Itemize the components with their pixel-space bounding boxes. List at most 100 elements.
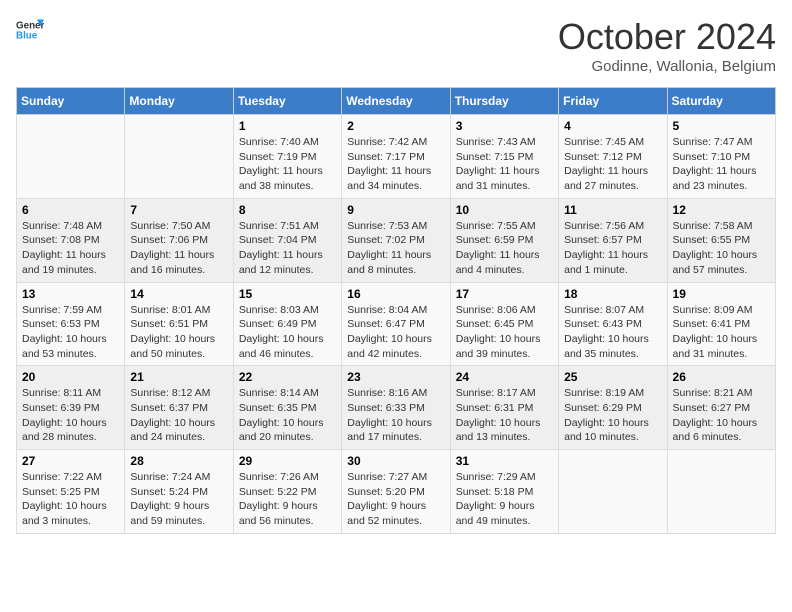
day-cell: 18 Sunrise: 8:07 AMSunset: 6:43 PMDayligh… [559, 282, 667, 366]
logo-icon: General Blue [16, 16, 44, 44]
day-cell: 1 Sunrise: 7:40 AMSunset: 7:19 PMDaylight… [233, 115, 341, 199]
day-number: 10 [456, 203, 553, 217]
day-number: 17 [456, 287, 553, 301]
day-number: 22 [239, 370, 336, 384]
day-cell: 4 Sunrise: 7:45 AMSunset: 7:12 PMDaylight… [559, 115, 667, 199]
day-number: 2 [347, 119, 444, 133]
day-info: Sunrise: 8:03 AMSunset: 6:49 PMDaylight:… [239, 303, 336, 362]
day-cell: 25 Sunrise: 8:19 AMSunset: 6:29 PMDayligh… [559, 366, 667, 450]
day-number: 11 [564, 203, 661, 217]
day-info: Sunrise: 7:42 AMSunset: 7:17 PMDaylight:… [347, 135, 444, 194]
day-cell: 28Sunrise: 7:24 AMSunset: 5:24 PMDayligh… [125, 450, 233, 534]
day-info: Sunrise: 8:19 AMSunset: 6:29 PMDaylight:… [564, 386, 661, 445]
day-info: Sunrise: 7:45 AMSunset: 7:12 PMDaylight:… [564, 135, 661, 194]
day-cell: 15 Sunrise: 8:03 AMSunset: 6:49 PMDayligh… [233, 282, 341, 366]
day-number: 18 [564, 287, 661, 301]
day-cell: 27 Sunrise: 7:22 AMSunset: 5:25 PMDayligh… [17, 450, 125, 534]
day-number: 24 [456, 370, 553, 384]
day-cell: 30 Sunrise: 7:27 AMSunset: 5:20 PMDayligh… [342, 450, 450, 534]
day-number: 20 [22, 370, 119, 384]
day-cell: 9 Sunrise: 7:53 AMSunset: 7:02 PMDaylight… [342, 198, 450, 282]
day-cell: 11 Sunrise: 7:56 AMSunset: 6:57 PMDayligh… [559, 198, 667, 282]
week-row-2: 6 Sunrise: 7:48 AMSunset: 7:08 PMDaylight… [17, 198, 776, 282]
day-cell: 2 Sunrise: 7:42 AMSunset: 7:17 PMDaylight… [342, 115, 450, 199]
day-info: Sunrise: 8:21 AMSunset: 6:27 PMDaylight:… [673, 386, 770, 445]
day-cell: 29 Sunrise: 7:26 AMSunset: 5:22 PMDayligh… [233, 450, 341, 534]
day-info: Sunrise: 7:53 AMSunset: 7:02 PMDaylight:… [347, 219, 444, 278]
week-row-4: 20 Sunrise: 8:11 AMSunset: 6:39 PMDayligh… [17, 366, 776, 450]
day-number: 14 [130, 287, 227, 301]
col-header-thursday: Thursday [450, 88, 558, 115]
day-number: 29 [239, 454, 336, 468]
day-number: 4 [564, 119, 661, 133]
page-header: General Blue October 2024 Godinne, Wallo… [16, 16, 776, 75]
day-number: 21 [130, 370, 227, 384]
day-cell: 8 Sunrise: 7:51 AMSunset: 7:04 PMDaylight… [233, 198, 341, 282]
day-number: 6 [22, 203, 119, 217]
day-cell: 20 Sunrise: 8:11 AMSunset: 6:39 PMDayligh… [17, 366, 125, 450]
day-cell: 31 Sunrise: 7:29 AMSunset: 5:18 PMDayligh… [450, 450, 558, 534]
day-info: Sunrise: 8:06 AMSunset: 6:45 PMDaylight:… [456, 303, 553, 362]
day-info: Sunrise: 7:40 AMSunset: 7:19 PMDaylight:… [239, 135, 336, 194]
week-row-1: 1 Sunrise: 7:40 AMSunset: 7:19 PMDaylight… [17, 115, 776, 199]
day-info: Sunrise: 7:43 AMSunset: 7:15 PMDaylight:… [456, 135, 553, 194]
svg-text:Blue: Blue [16, 30, 38, 41]
day-info: Sunrise: 7:56 AMSunset: 6:57 PMDaylight:… [564, 219, 661, 278]
day-info: Sunrise: 8:01 AMSunset: 6:51 PMDaylight:… [130, 303, 227, 362]
day-number: 31 [456, 454, 553, 468]
month-title: October 2024 [558, 16, 776, 58]
day-info: Sunrise: 7:55 AMSunset: 6:59 PMDaylight:… [456, 219, 553, 278]
day-cell [125, 115, 233, 199]
day-cell [667, 450, 775, 534]
day-number: 1 [239, 119, 336, 133]
day-number: 15 [239, 287, 336, 301]
day-info: Sunrise: 7:51 AMSunset: 7:04 PMDaylight:… [239, 219, 336, 278]
day-info: Sunrise: 8:09 AMSunset: 6:41 PMDaylight:… [673, 303, 770, 362]
day-number: 7 [130, 203, 227, 217]
day-cell: 16Sunrise: 8:04 AMSunset: 6:47 PMDayligh… [342, 282, 450, 366]
header-row: SundayMondayTuesdayWednesdayThursdayFrid… [17, 88, 776, 115]
title-block: October 2024 Godinne, Wallonia, Belgium [558, 16, 776, 75]
day-number: 26 [673, 370, 770, 384]
day-number: 12 [673, 203, 770, 217]
day-info: Sunrise: 8:16 AMSunset: 6:33 PMDaylight:… [347, 386, 444, 445]
day-cell: 5Sunrise: 7:47 AMSunset: 7:10 PMDaylight… [667, 115, 775, 199]
day-info: Sunrise: 7:29 AMSunset: 5:18 PMDaylight:… [456, 470, 553, 529]
day-info: Sunrise: 8:14 AMSunset: 6:35 PMDaylight:… [239, 386, 336, 445]
day-info: Sunrise: 7:26 AMSunset: 5:22 PMDaylight:… [239, 470, 336, 529]
day-info: Sunrise: 8:07 AMSunset: 6:43 PMDaylight:… [564, 303, 661, 362]
day-info: Sunrise: 7:59 AMSunset: 6:53 PMDaylight:… [22, 303, 119, 362]
day-cell: 26 Sunrise: 8:21 AMSunset: 6:27 PMDayligh… [667, 366, 775, 450]
day-info: Sunrise: 7:22 AMSunset: 5:25 PMDaylight:… [22, 470, 119, 529]
day-info: Sunrise: 7:27 AMSunset: 5:20 PMDaylight:… [347, 470, 444, 529]
day-info: Sunrise: 7:47 AMSunset: 7:10 PMDaylight:… [673, 135, 770, 194]
day-cell: 12Sunrise: 7:58 AMSunset: 6:55 PMDayligh… [667, 198, 775, 282]
day-cell: 10 Sunrise: 7:55 AMSunset: 6:59 PMDayligh… [450, 198, 558, 282]
col-header-sunday: Sunday [17, 88, 125, 115]
day-cell: 3Sunrise: 7:43 AMSunset: 7:15 PMDaylight… [450, 115, 558, 199]
day-number: 23 [347, 370, 444, 384]
col-header-saturday: Saturday [667, 88, 775, 115]
location-title: Godinne, Wallonia, Belgium [558, 58, 776, 75]
col-header-wednesday: Wednesday [342, 88, 450, 115]
day-cell [559, 450, 667, 534]
day-cell: 21Sunrise: 8:12 AMSunset: 6:37 PMDayligh… [125, 366, 233, 450]
day-number: 28 [130, 454, 227, 468]
day-cell: 6 Sunrise: 7:48 AMSunset: 7:08 PMDaylight… [17, 198, 125, 282]
day-number: 25 [564, 370, 661, 384]
day-cell: 23 Sunrise: 8:16 AMSunset: 6:33 PMDayligh… [342, 366, 450, 450]
day-number: 8 [239, 203, 336, 217]
day-number: 9 [347, 203, 444, 217]
day-info: Sunrise: 8:11 AMSunset: 6:39 PMDaylight:… [22, 386, 119, 445]
day-number: 30 [347, 454, 444, 468]
col-header-friday: Friday [559, 88, 667, 115]
day-info: Sunrise: 7:48 AMSunset: 7:08 PMDaylight:… [22, 219, 119, 278]
day-cell: 24Sunrise: 8:17 AMSunset: 6:31 PMDayligh… [450, 366, 558, 450]
week-row-3: 13Sunrise: 7:59 AMSunset: 6:53 PMDayligh… [17, 282, 776, 366]
col-header-monday: Monday [125, 88, 233, 115]
day-number: 19 [673, 287, 770, 301]
col-header-tuesday: Tuesday [233, 88, 341, 115]
day-cell: 19 Sunrise: 8:09 AMSunset: 6:41 PMDayligh… [667, 282, 775, 366]
day-cell: 7Sunrise: 7:50 AMSunset: 7:06 PMDaylight… [125, 198, 233, 282]
day-number: 27 [22, 454, 119, 468]
